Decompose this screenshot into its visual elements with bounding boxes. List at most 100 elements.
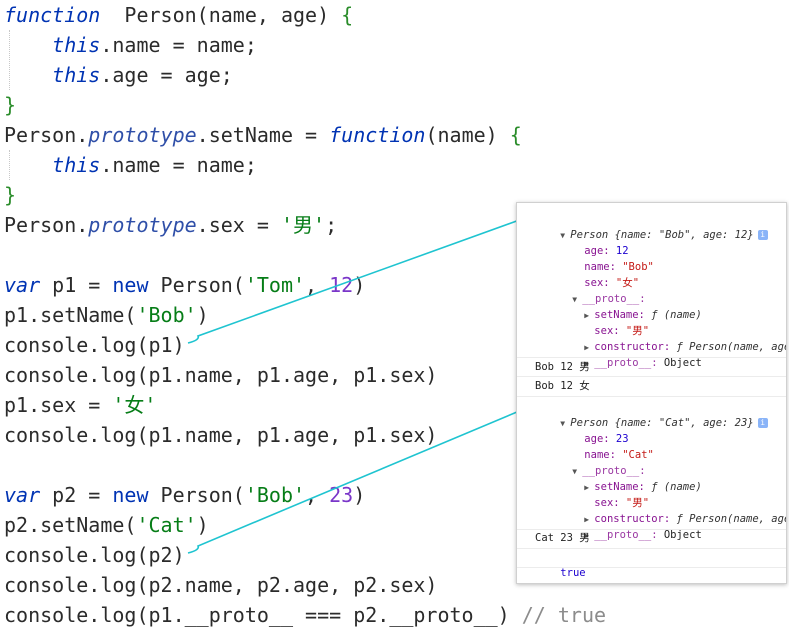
code-token: '男' (280, 213, 326, 237)
console-log-line: Cat 23 男 (535, 532, 590, 544)
code-line[interactable]: this.age = age; (4, 60, 233, 90)
code-token: this (52, 33, 101, 57)
console-property[interactable]: ▶ __proto__: Object (559, 339, 784, 369)
code-token: '女' (112, 393, 157, 417)
code-line[interactable]: this.name = name; (4, 30, 257, 60)
console-property[interactable]: ▶ setName: ƒ (name) (559, 291, 784, 321)
code-token: Person(name, age) (100, 3, 342, 27)
code-token: .age = age; (100, 63, 233, 87)
console-log-line: Bob 12 女 (535, 380, 590, 392)
code-token: p1.sex = (4, 393, 113, 417)
code-token: (name) (425, 123, 510, 147)
code-token: p2.setName( (4, 513, 137, 537)
code-line[interactable]: p1.sex = '女' (4, 390, 156, 420)
code-line[interactable]: var p1 = new Person('Tom', 12) (4, 270, 365, 300)
code-token: console.log(p1.__proto__ === p2.__proto_… (4, 603, 522, 627)
code-token: ) (196, 513, 209, 537)
code-token: prototype (88, 213, 197, 237)
code-token: var (4, 273, 41, 297)
code-token: , (305, 483, 330, 507)
console-proto[interactable]: ▼ __proto__: (547, 275, 777, 305)
code-token: 23 (329, 483, 354, 507)
code-token: Person. (4, 213, 89, 237)
code-line[interactable]: var p2 = new Person('Bob', 23) (4, 480, 365, 510)
code-line[interactable]: Person.prototype.sex = '男'; (4, 210, 337, 240)
code-line[interactable]: } (4, 180, 16, 210)
code-line[interactable]: p1.setName('Bob') (4, 300, 209, 330)
code-token: new (112, 273, 149, 297)
code-token: this (52, 153, 101, 177)
code-token: Person( (148, 483, 245, 507)
console-property: name: "Bob" (584, 261, 654, 273)
code-line[interactable]: console.log(p2) (4, 540, 185, 570)
console-property: age: 12 (584, 245, 629, 257)
code-token: var (4, 483, 41, 507)
code-token: ; (325, 213, 338, 237)
code-line[interactable]: function Person(name, age) { (4, 0, 353, 30)
code-token: // true (521, 603, 607, 627)
console-property: sex: "男" (594, 497, 650, 509)
console-log-line: true (560, 567, 586, 579)
code-token: p1 = (40, 273, 113, 297)
code-token: console.log(p2.name, p2.age, p2.sex) (4, 573, 438, 597)
code-line[interactable]: console.log(p1.name, p1.age, p1.sex) (4, 360, 437, 390)
code-line[interactable]: console.log(p2.name, p2.age, p2.sex) (4, 570, 437, 600)
console-property[interactable]: ▶ setName: ƒ (name) (559, 463, 784, 493)
code-token: } (4, 93, 17, 117)
console-property[interactable]: ▶ __proto__: Object (559, 511, 784, 541)
console-property: sex: "男" (594, 325, 650, 337)
code-token: Person. (4, 123, 89, 147)
console-proto[interactable]: ▼ __proto__: (547, 447, 777, 477)
code-line[interactable]: console.log(p1) (4, 330, 185, 360)
code-token: .name = name; (100, 33, 257, 57)
devtools-console[interactable]: ▼ Person {name: "Bob", age: 12} i age: 12 … (516, 202, 787, 584)
console-object-header[interactable]: ▼ Person {name: "Bob", age: 12} i (535, 211, 785, 241)
code-token: function (4, 3, 101, 27)
code-token: 'Tom' (244, 273, 306, 297)
code-token: console.log(p2) (4, 543, 185, 567)
code-token: function (329, 123, 426, 147)
code-token: .sex = (196, 213, 281, 237)
console-separator (517, 376, 786, 377)
code-token: this (52, 63, 101, 87)
code-token: { (341, 3, 354, 27)
console-property[interactable]: ▶ constructor: ƒ Person(name, age) (559, 495, 786, 525)
code-token: 12 (329, 273, 354, 297)
console-object-header[interactable]: ▼ Person {name: "Cat", age: 23} i (535, 399, 785, 429)
code-line[interactable]: Person.prototype.setName = function(name… (4, 120, 522, 150)
code-token: p1.setName( (4, 303, 137, 327)
code-token: .name = name; (100, 153, 257, 177)
code-token: ) (353, 483, 366, 507)
code-token: ) (196, 303, 209, 327)
code-token: new (112, 483, 149, 507)
console-property[interactable]: ▶ constructor: ƒ Person(name, age) (559, 323, 786, 353)
code-line[interactable]: console.log(p1.name, p1.age, p1.sex) (4, 420, 437, 450)
console-property: sex: "女" (584, 277, 640, 289)
code-token: , (305, 273, 330, 297)
code-token: 'Bob' (244, 483, 306, 507)
code-token: Person( (148, 273, 245, 297)
console-property: age: 23 (584, 433, 629, 445)
code-line[interactable]: console.log(p1.__proto__ === p2.__proto_… (4, 600, 606, 630)
code-line[interactable]: p2.setName('Cat') (4, 510, 209, 540)
code-line[interactable]: } (4, 90, 16, 120)
code-line[interactable]: this.name = name; (4, 150, 257, 180)
code-token: } (4, 183, 17, 207)
code-token: prototype (88, 123, 197, 147)
code-token: console.log(p1) (4, 333, 185, 357)
code-token: 'Bob' (136, 303, 197, 327)
code-token: { (509, 123, 522, 147)
code-token: ) (353, 273, 366, 297)
code-token: console.log(p1.name, p1.age, p1.sex) (4, 363, 438, 387)
console-prompt-input[interactable]: › (521, 567, 781, 583)
code-token: p2 = (40, 483, 113, 507)
console-property: name: "Cat" (584, 449, 654, 461)
code-token: console.log(p1.name, p1.age, p1.sex) (4, 423, 438, 447)
console-separator (517, 357, 786, 358)
console-log-line: Bob 12 男 (535, 361, 590, 373)
console-separator (517, 396, 786, 397)
code-token: .setName = (196, 123, 330, 147)
